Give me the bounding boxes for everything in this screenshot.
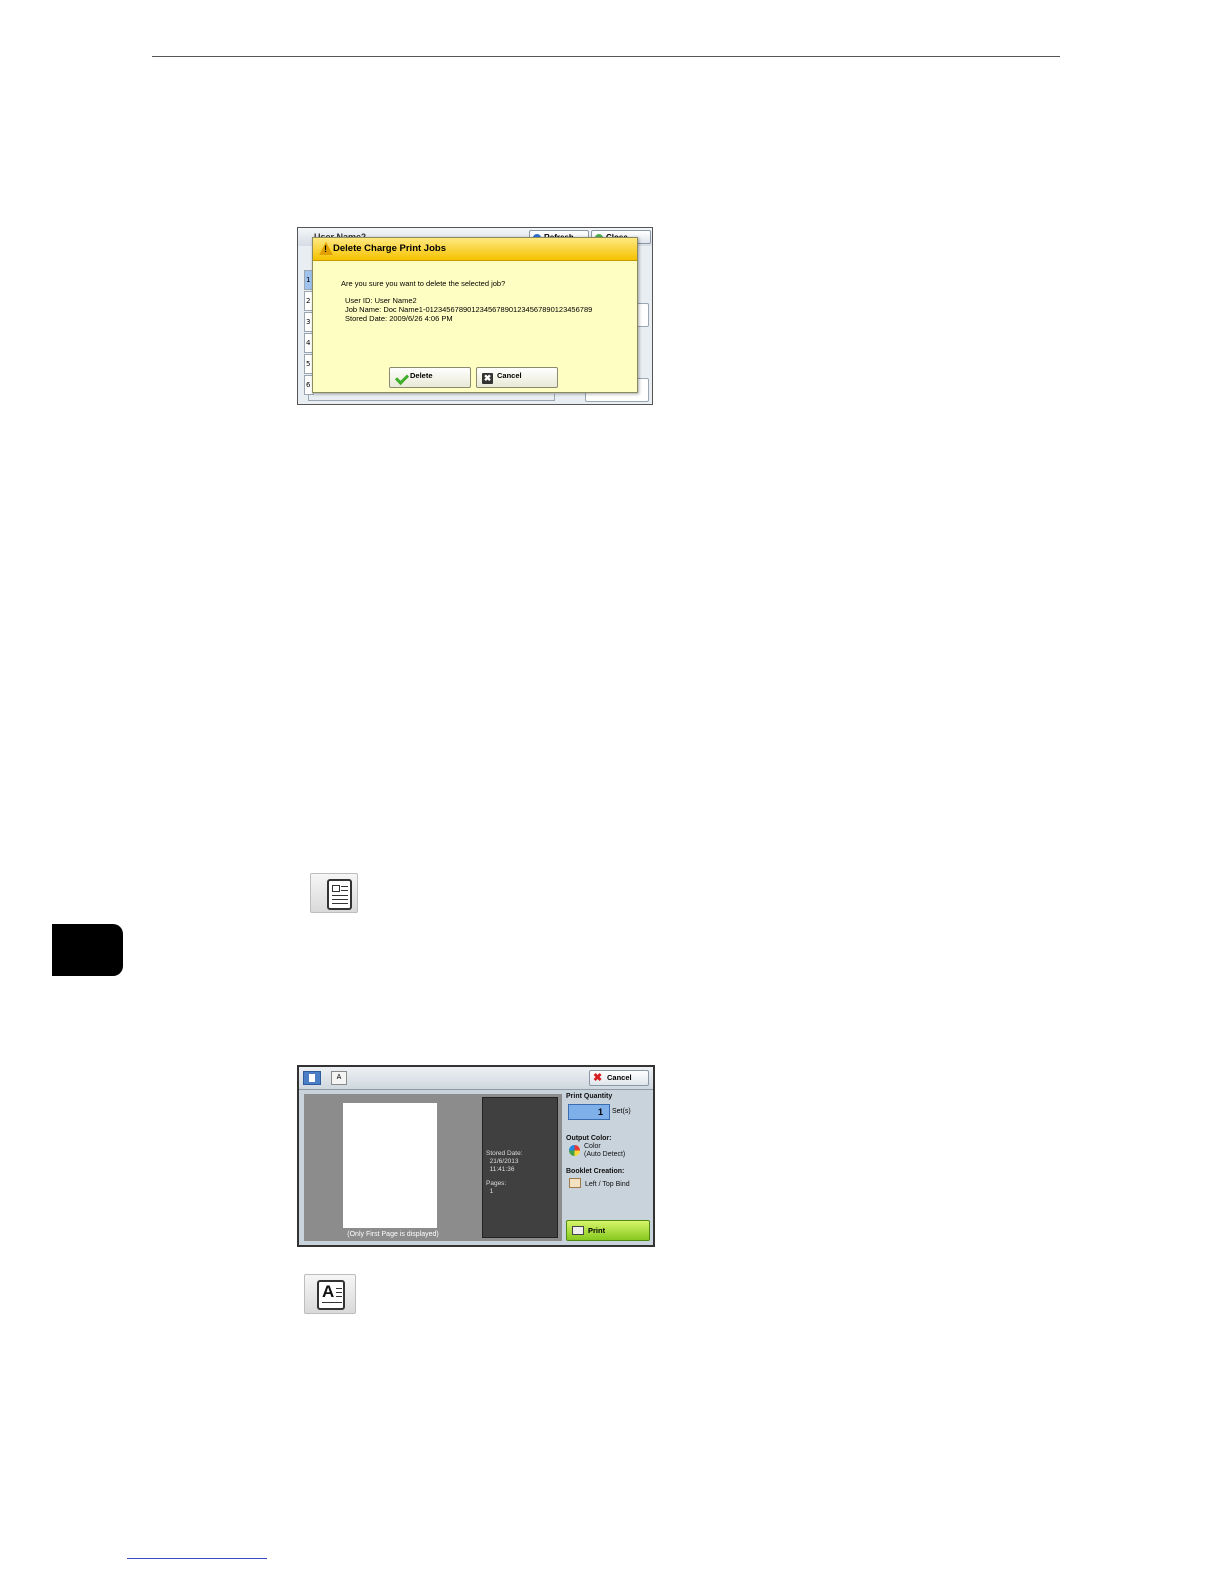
preview-cancel-label: Cancel (607, 1073, 632, 1082)
background-list-border (308, 394, 555, 401)
delete-label: Delete (410, 371, 433, 380)
pages-info: Pages: 1 (486, 1180, 507, 1195)
print-quantity-label: Print Quantity (566, 1093, 613, 1100)
preview-pane: (Only First Page is displayed) Stored Da… (304, 1094, 562, 1241)
job-info-panel: Stored Date: 21/6/2013 11:41:36 Pages: 1 (482, 1097, 558, 1238)
header-rule (152, 56, 1060, 57)
footer-link-underline (127, 1558, 267, 1559)
booklet-creation-label: Booklet Creation: (566, 1168, 625, 1175)
delete-confirmation-screenshot: User Name2 Refresh Close 1 2 3 4 5 6 ! D… (297, 227, 653, 405)
stored-date-info: Stored Date: 21/6/2013 11:41:36 (486, 1150, 523, 1173)
cancel-label: Cancel (497, 371, 522, 380)
quantity-field[interactable]: 1 (568, 1104, 610, 1120)
page-line (332, 899, 348, 900)
print-button[interactable]: Print (566, 1220, 650, 1241)
dialog-title: Delete Charge Print Jobs (333, 243, 446, 254)
first-page-note: (Only First Page is displayed) (347, 1231, 439, 1238)
text-view-tab[interactable]: A (331, 1071, 347, 1085)
print-label: Print (588, 1226, 606, 1235)
job-name-text: Job Name: Doc Name1-01234567890123456789… (345, 305, 593, 314)
color-ball-icon (569, 1145, 580, 1156)
preview-cancel-button[interactable]: ✖ Cancel (589, 1070, 649, 1086)
page-view-tab[interactable] (303, 1071, 321, 1085)
sets-label: Set(s) (612, 1108, 631, 1115)
page-line (341, 886, 348, 887)
delete-charge-print-jobs-dialog: ! Delete Charge Print Jobs Are you sure … (312, 237, 638, 393)
page-image-placeholder (332, 885, 340, 892)
delete-button[interactable]: Delete (389, 367, 471, 388)
booklet-icon (569, 1178, 581, 1188)
dialog-header: ! Delete Charge Print Jobs (313, 238, 637, 261)
job-info: User ID: User Name2 Job Name: Doc Name1-… (345, 296, 592, 323)
checkmark-icon (394, 370, 410, 386)
page-view-icon (310, 873, 358, 913)
user-id-text: User ID: User Name2 (345, 296, 417, 305)
printer-icon (572, 1226, 584, 1235)
output-color-label: Output Color: (566, 1135, 612, 1142)
page-line (322, 1302, 342, 1303)
page-line (336, 1288, 342, 1289)
cancel-button[interactable]: ✖ Cancel (476, 367, 558, 388)
letter-a-glyph: A (322, 1282, 335, 1301)
dialog-question: Are you sure you want to delete the sele… (341, 279, 506, 288)
page-icon (309, 1074, 315, 1082)
booklet-value: Left / Top Bind (585, 1181, 630, 1188)
page-line (336, 1292, 342, 1293)
cancel-icon: ✖ (482, 373, 493, 384)
page-line (332, 903, 348, 904)
page-line (332, 895, 348, 896)
page-line (341, 890, 348, 891)
output-color-value: Color (Auto Detect) (584, 1143, 626, 1158)
chapter-tab (52, 924, 123, 976)
warning-glyph: ! (324, 244, 327, 254)
text-view-icon: A (304, 1274, 356, 1314)
page-thumbnail (343, 1103, 437, 1228)
stored-date-text: Stored Date: 2009/6/26 4:06 PM (345, 314, 453, 323)
warning-icon: ! (319, 242, 333, 255)
page-line (336, 1296, 342, 1297)
cancel-x-icon: ✖ (593, 1072, 603, 1084)
print-preview-screenshot: A ✖ Cancel (Only First Page is displayed… (297, 1065, 655, 1247)
